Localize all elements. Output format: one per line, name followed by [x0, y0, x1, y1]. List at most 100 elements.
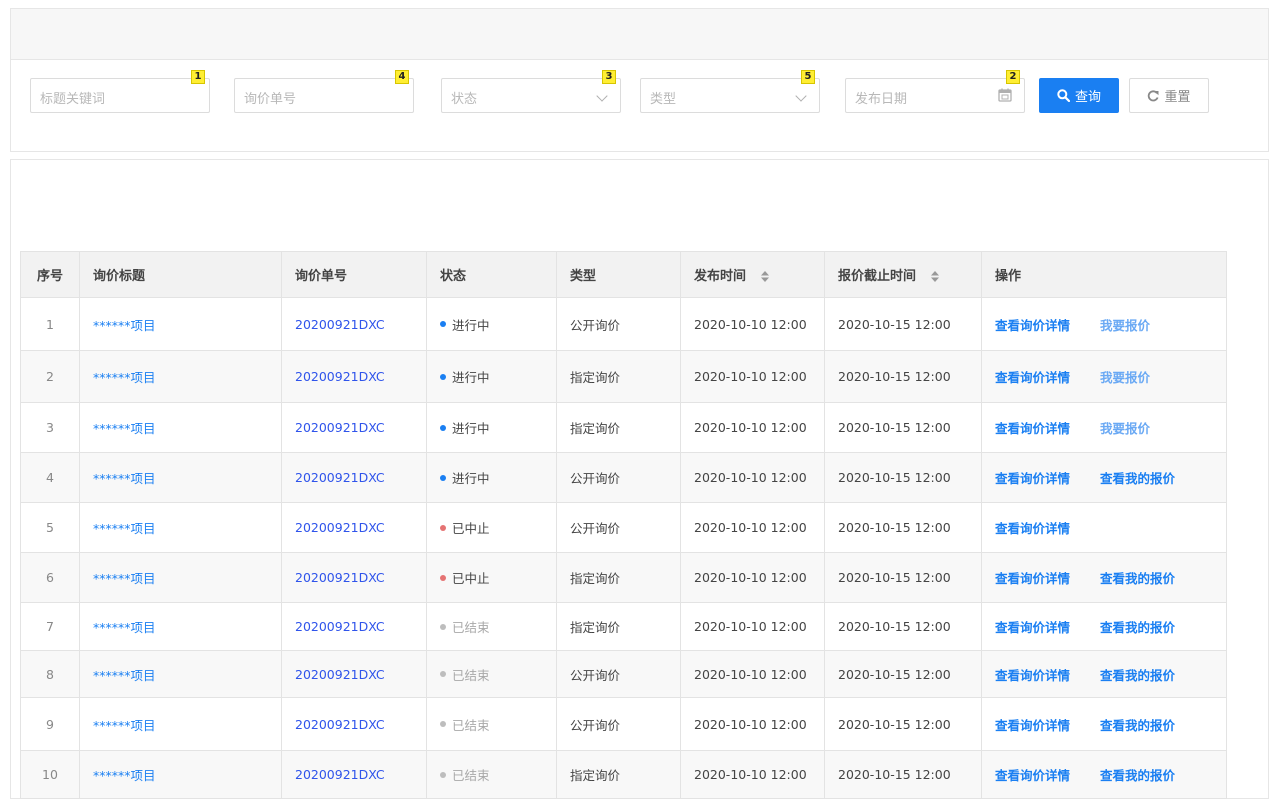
inquiry-title-link[interactable]: ******项目 [93, 318, 156, 333]
publish-time: 2020-10-10 12:00 [680, 502, 825, 553]
inquiry-title-link[interactable]: ******项目 [93, 768, 156, 783]
status-dot [440, 474, 446, 481]
inquiry-title-link[interactable]: ******项目 [93, 370, 156, 385]
inquiry-title-link[interactable]: ******项目 [93, 521, 156, 536]
deadline-time: 2020-10-15 12:00 [824, 650, 982, 698]
view-detail-link[interactable]: 查看询价详情 [995, 521, 1070, 536]
inquiry-type: 公开询价 [556, 502, 681, 553]
inquiry-order-link[interactable]: 20200921DXC [295, 619, 385, 634]
quote-action-link[interactable]: 查看我的报价 [1100, 718, 1175, 733]
status-select[interactable]: 状态 3 [441, 70, 621, 113]
column-header-publish-time[interactable]: 发布时间 [680, 251, 825, 298]
quote-action-link[interactable]: 我要报价 [1100, 318, 1150, 333]
inquiry-title-link[interactable]: ******项目 [93, 471, 156, 486]
keyword-placeholder: 标题关键词 [40, 92, 106, 107]
search-button[interactable]: 查询 [1039, 78, 1119, 113]
view-detail-link[interactable]: 查看询价详情 [995, 471, 1070, 486]
quote-action-link[interactable]: 我要报价 [1100, 370, 1150, 385]
inquiry-order-link[interactable]: 20200921DXC [295, 420, 385, 435]
row-actions: 查看询价详情 我要报价 [981, 350, 1227, 403]
status-placeholder: 状态 [451, 92, 478, 107]
publish-time: 2020-10-10 12:00 [680, 750, 825, 799]
table-row: 1 ******项目 20200921DXC 进行中 公开询价 2020-10-10 12… [20, 297, 1227, 351]
quote-action-link[interactable]: 我要报价 [1100, 421, 1150, 436]
status-dot [440, 574, 446, 581]
inquiry-order-link[interactable]: 20200921DXC [295, 717, 385, 732]
reset-button-label: 重置 [1164, 90, 1191, 105]
table-row: 5 ******项目 20200921DXC 已中止 公开询价 2020-10-10 12… [20, 502, 1227, 553]
sort-icon[interactable] [930, 271, 939, 282]
table-row: 2 ******项目 20200921DXC 进行中 指定询价 2020-10-10 12… [20, 350, 1227, 403]
table-row: 4 ******项目 20200921DXC 进行中 公开询价 2020-10-10 12… [20, 452, 1227, 503]
status-dot [440, 373, 446, 380]
keyword-input[interactable]: 标题关键词 1 [30, 70, 210, 113]
view-detail-link[interactable]: 查看询价详情 [995, 370, 1070, 385]
status-indicator: 进行中 [440, 418, 490, 437]
column-header-title: 询价标题 [79, 251, 282, 298]
quote-action-link[interactable]: 查看我的报价 [1100, 620, 1175, 635]
inquiry-order-link[interactable]: 20200921DXC [295, 470, 385, 485]
inquiry-order-link[interactable]: 20200921DXC [295, 570, 385, 585]
inquiry-title-link[interactable]: ******项目 [93, 718, 156, 733]
inquiry-title-link[interactable]: ******项目 [93, 668, 156, 683]
inquiry-order-link[interactable]: 20200921DXC [295, 520, 385, 535]
status-text: 进行中 [452, 471, 490, 486]
view-detail-link[interactable]: 查看询价详情 [995, 668, 1070, 683]
order-no-input[interactable]: 询价单号 4 [234, 70, 414, 113]
status-dot [440, 721, 446, 727]
status-dot [440, 321, 446, 327]
publish-date-picker[interactable]: 发布日期 2 [845, 70, 1025, 113]
view-detail-link[interactable]: 查看询价详情 [995, 571, 1070, 586]
quote-action-link[interactable]: 查看我的报价 [1100, 768, 1175, 783]
quote-action-link[interactable]: 查看我的报价 [1100, 471, 1175, 486]
status-text: 已中止 [452, 571, 490, 586]
inquiry-type: 公开询价 [556, 650, 681, 698]
column-header-type: 类型 [556, 251, 681, 298]
inquiry-type: 公开询价 [556, 297, 681, 351]
row-index: 6 [20, 552, 80, 603]
quote-action-link[interactable]: 查看我的报价 [1100, 668, 1175, 683]
status-dot [440, 671, 446, 677]
inquiry-order-link[interactable]: 20200921DXC [295, 369, 385, 384]
deadline-time: 2020-10-15 12:00 [824, 452, 982, 503]
inquiry-order-link[interactable]: 20200921DXC [295, 317, 385, 332]
publish-time: 2020-10-10 12:00 [680, 650, 825, 698]
quote-action-link[interactable]: 查看我的报价 [1100, 571, 1175, 586]
inquiry-title-link[interactable]: ******项目 [93, 620, 156, 635]
inquiry-title-link[interactable]: ******项目 [93, 421, 156, 436]
publish-time: 2020-10-10 12:00 [680, 552, 825, 603]
inquiry-title-link[interactable]: ******项目 [93, 571, 156, 586]
order-no-badge: 4 [395, 70, 409, 84]
column-header-index: 序号 [20, 251, 80, 298]
view-detail-link[interactable]: 查看询价详情 [995, 421, 1070, 436]
status-indicator: 已结束 [440, 617, 490, 636]
status-indicator: 已结束 [440, 765, 490, 784]
view-detail-link[interactable]: 查看询价详情 [995, 768, 1070, 783]
view-detail-link[interactable]: 查看询价详情 [995, 318, 1070, 333]
filter-panel-header [11, 9, 1268, 60]
inquiry-type: 指定询价 [556, 750, 681, 799]
sort-icon[interactable] [760, 271, 769, 282]
type-select[interactable]: 类型 5 [640, 70, 820, 113]
status-text: 进行中 [452, 370, 490, 385]
refresh-icon [1148, 89, 1159, 101]
row-index: 7 [20, 602, 80, 651]
inquiry-type: 指定询价 [556, 552, 681, 603]
row-actions: 查看询价详情 查看我的报价 [981, 697, 1227, 751]
view-detail-link[interactable]: 查看询价详情 [995, 620, 1070, 635]
view-detail-link[interactable]: 查看询价详情 [995, 718, 1070, 733]
inquiry-order-link[interactable]: 20200921DXC [295, 667, 385, 682]
status-badge-number: 3 [602, 70, 616, 84]
inquiry-order-link[interactable]: 20200921DXC [295, 767, 385, 782]
status-text: 已结束 [452, 667, 490, 683]
column-header-deadline[interactable]: 报价截止时间 [824, 251, 982, 298]
row-actions: 查看询价详情 查看我的报价 [981, 650, 1227, 698]
table-body: 1 ******项目 20200921DXC 进行中 公开询价 2020-10-10 12… [20, 297, 1227, 799]
status-dot [440, 524, 446, 531]
publish-date-placeholder: 发布日期 [855, 92, 908, 107]
column-header-deadline-label: 报价截止时间 [838, 269, 917, 284]
status-dot [440, 424, 446, 431]
reset-button[interactable]: 重置 [1129, 78, 1209, 113]
row-index: 1 [20, 297, 80, 351]
deadline-time: 2020-10-15 12:00 [824, 602, 982, 651]
